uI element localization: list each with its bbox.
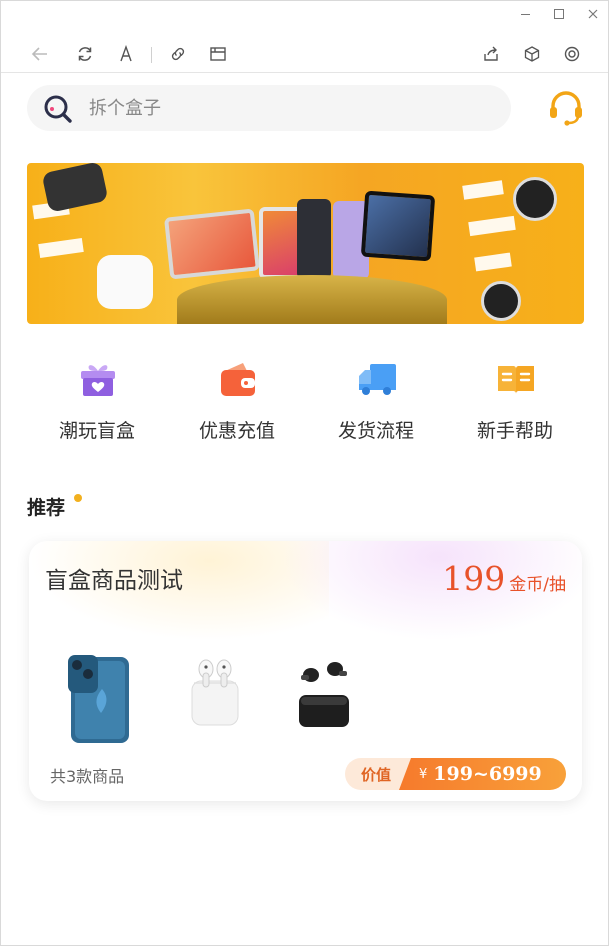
title-bar <box>1 1 608 29</box>
close-button[interactable] <box>583 5 603 23</box>
category-delivery[interactable]: 发货流程 <box>316 356 436 446</box>
currency-symbol: ¥ <box>419 766 428 782</box>
share-icon <box>484 46 498 61</box>
back-button[interactable] <box>29 43 51 65</box>
window-button[interactable] <box>207 43 229 65</box>
value-range: 199~6999 <box>433 763 542 785</box>
banner-decoration <box>468 215 516 237</box>
mini-program-button[interactable] <box>521 43 543 65</box>
minimize-button[interactable] <box>515 5 535 23</box>
arrow-left-icon <box>31 47 47 61</box>
wallet-icon <box>221 363 255 396</box>
wireless-earbuds-image <box>299 662 349 727</box>
value-badge: 价值 ¥ 199~6999 <box>345 758 566 790</box>
open-book-icon <box>498 366 534 394</box>
refresh-button[interactable] <box>74 43 96 65</box>
settings-button[interactable] <box>561 43 583 65</box>
watch-image <box>481 281 521 321</box>
blind-box-card[interactable]: 盲盒商品测试 199 金币/抽 共3款商品 价值 ¥ 199~6999 <box>29 541 582 801</box>
customer-service-icon[interactable] <box>547 89 585 127</box>
earbuds-case-image <box>191 659 239 726</box>
browser-window-icon <box>210 47 226 61</box>
category-label: 优惠充值 <box>198 420 275 442</box>
share-button[interactable] <box>480 43 502 65</box>
close-icon <box>588 9 598 19</box>
price-value: 199 <box>442 559 506 598</box>
cube-icon <box>524 46 540 62</box>
maximize-button[interactable] <box>549 5 569 23</box>
phone-image <box>297 199 331 279</box>
gift-box-icon <box>81 365 115 396</box>
product-title: 盲盒商品测试 <box>45 568 183 594</box>
category-help[interactable]: 新手帮助 <box>455 356 575 446</box>
category-label: 潮玩盲盒 <box>58 420 135 442</box>
refresh-icon <box>78 47 92 61</box>
font-icon <box>120 45 132 62</box>
copy-link-button[interactable] <box>167 43 189 65</box>
target-icon <box>564 46 580 62</box>
earbuds-image <box>97 255 153 309</box>
link-icon <box>171 47 185 61</box>
browser-toolbar <box>1 35 608 73</box>
category-label: 新手帮助 <box>476 420 553 442</box>
promo-banner[interactable] <box>27 163 584 324</box>
section-dot <box>74 494 82 502</box>
gaming-laptop-image <box>360 190 436 262</box>
toolbar-divider <box>151 47 152 63</box>
phone-image <box>68 655 129 743</box>
app-window: 潮玩盲盒 优惠充值 发货流程 <box>0 0 609 946</box>
search-bar[interactable] <box>27 85 511 131</box>
banner-decoration <box>474 252 512 272</box>
category-menu: 潮玩盲盒 优惠充值 发货流程 新手帮助 <box>27 356 584 446</box>
category-label: 发货流程 <box>337 420 414 442</box>
section-title: 推荐 <box>27 497 66 519</box>
golden-box-image <box>177 275 447 324</box>
search-input[interactable] <box>89 95 489 121</box>
category-recharge[interactable]: 优惠充值 <box>177 356 297 446</box>
search-icon <box>44 95 72 123</box>
banner-decoration <box>462 180 504 200</box>
price: 199 金币/抽 <box>442 559 566 598</box>
font-size-button[interactable] <box>115 43 137 65</box>
laptop-image <box>164 208 260 280</box>
delivery-truck-icon <box>359 364 396 395</box>
smartwatch-image <box>41 163 109 213</box>
product-count: 共3款商品 <box>50 767 125 786</box>
price-unit: 金币/抽 <box>509 575 566 595</box>
category-blind-box[interactable]: 潮玩盲盒 <box>37 356 157 446</box>
watch-image <box>513 177 557 221</box>
value-range-box: ¥ 199~6999 <box>399 758 566 790</box>
banner-decoration <box>38 238 84 258</box>
